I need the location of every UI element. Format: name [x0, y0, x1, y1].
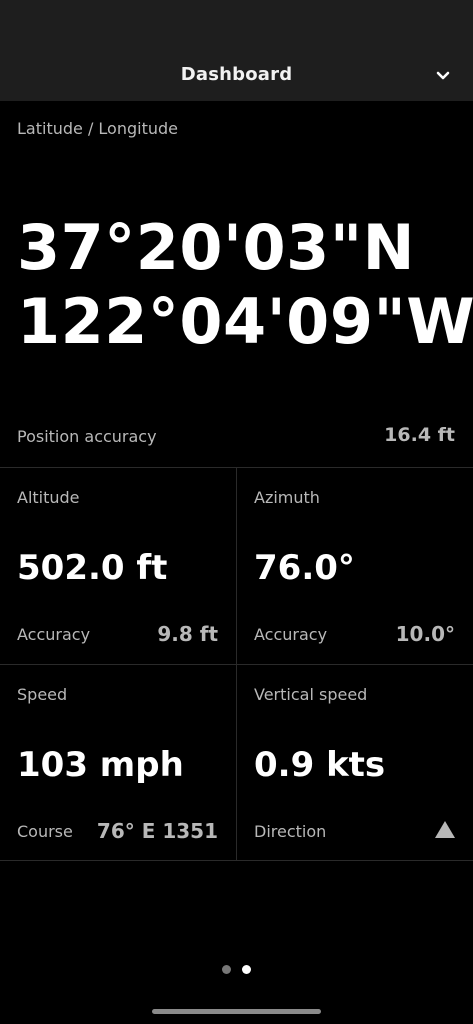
speed-card[interactable]: Speed 103 mph Course 76° E 1351: [0, 665, 236, 861]
position-accuracy-value: 16.4 ft: [384, 424, 455, 446]
azimuth-card[interactable]: Azimuth 76.0° Accuracy 10.0°: [237, 468, 473, 664]
altitude-accuracy-label: Accuracy: [17, 625, 91, 644]
position-accuracy-label: Position accuracy: [17, 427, 157, 446]
direction-label: Direction: [254, 822, 327, 841]
speed-label: Speed: [17, 685, 68, 704]
course-label: Course: [17, 822, 73, 841]
page-title[interactable]: Dashboard: [0, 64, 473, 85]
azimuth-accuracy-label: Accuracy: [254, 625, 328, 644]
page-dot-1[interactable]: [222, 965, 231, 974]
speed-value: 103 mph: [17, 745, 184, 785]
triangle-up-icon: [435, 821, 455, 838]
altitude-accuracy-value: 9.8 ft: [157, 622, 218, 646]
latlon-label: Latitude / Longitude: [17, 119, 178, 138]
vertical-speed-card[interactable]: Vertical speed 0.9 kts Direction: [237, 665, 473, 861]
azimuth-accuracy-value: 10.0°: [395, 622, 455, 646]
top-bar: Dashboard: [0, 0, 473, 101]
longitude-value: 122°04'09"W: [17, 285, 473, 358]
home-indicator[interactable]: [152, 1009, 321, 1014]
azimuth-value: 76.0°: [254, 548, 355, 588]
vertical-speed-value: 0.9 kts: [254, 745, 386, 785]
altitude-card[interactable]: Altitude 502.0 ft Accuracy 9.8 ft: [0, 468, 236, 664]
azimuth-label: Azimuth: [254, 488, 320, 507]
latitude-value: 37°20'03"N: [17, 211, 416, 284]
altitude-value: 502.0 ft: [17, 548, 168, 588]
altitude-label: Altitude: [17, 488, 80, 507]
vertical-speed-label: Vertical speed: [254, 685, 368, 704]
course-value: 76° E 1351: [96, 819, 218, 843]
page-dot-2-active[interactable]: [242, 965, 251, 974]
chevron-down-icon[interactable]: [435, 68, 451, 84]
page-indicator: [0, 965, 473, 975]
